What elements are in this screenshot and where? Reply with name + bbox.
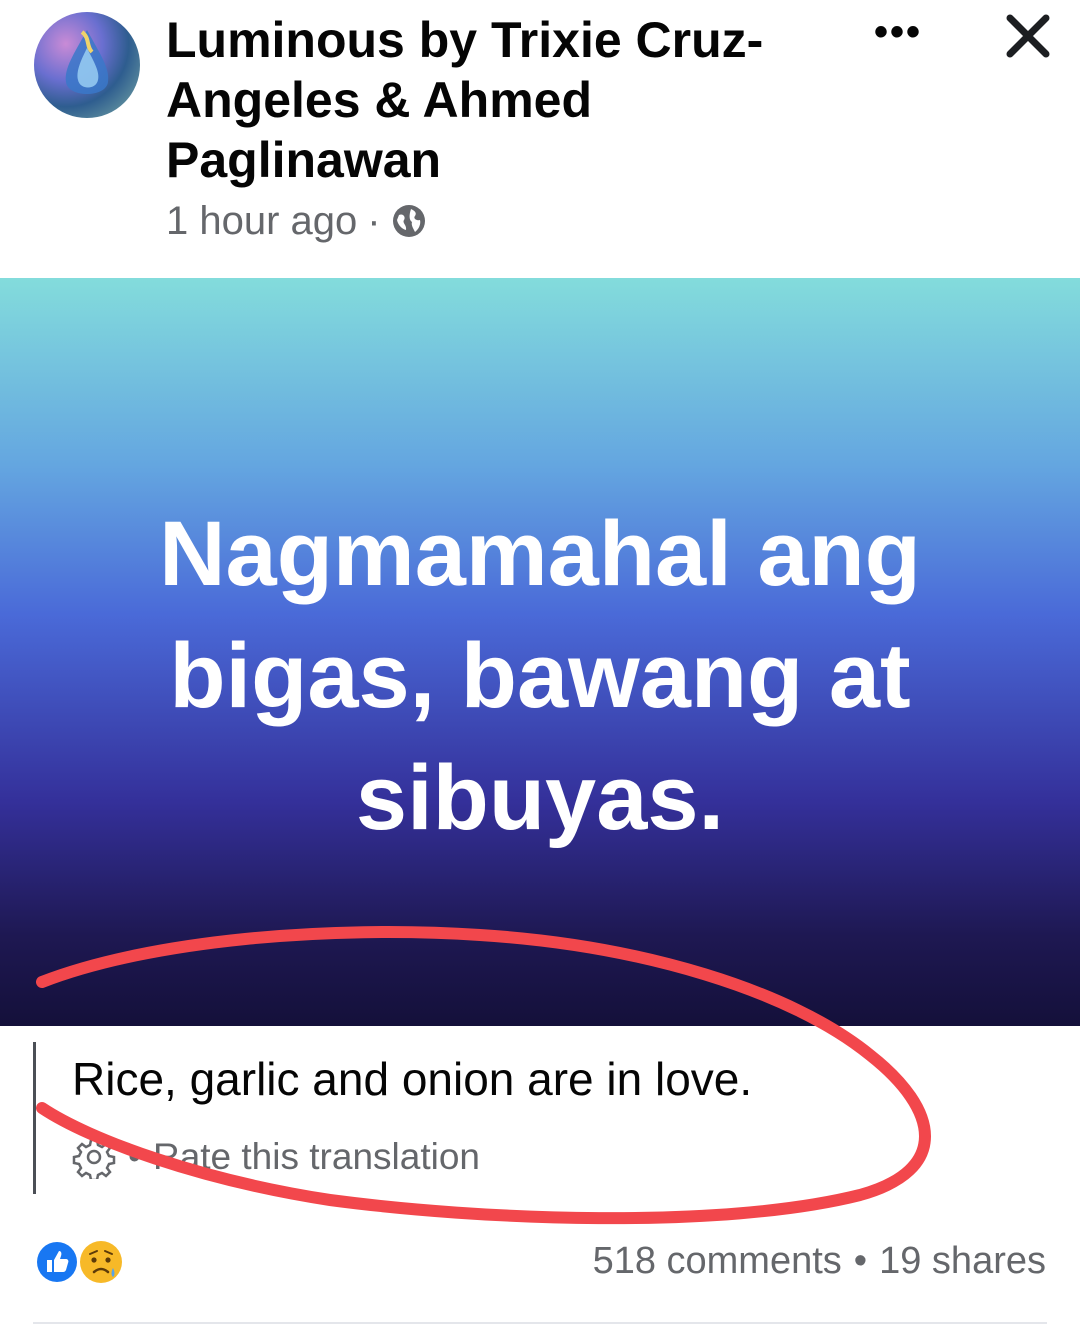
close-icon[interactable] [1000, 8, 1056, 64]
comments-count[interactable]: 518 comments [593, 1240, 842, 1283]
banner-text: Nagmamahal ang bigas, bawang at sibuyas. [159, 503, 921, 849]
reaction-icons[interactable] [33, 1238, 129, 1286]
post-footer: 518 comments • 19 shares [0, 1226, 1080, 1340]
globe-icon [392, 205, 425, 237]
shares-count[interactable]: 19 shares [879, 1240, 1046, 1283]
stats-separator: • [853, 1240, 868, 1282]
meta-separator: · [367, 198, 381, 243]
sad-icon [80, 1241, 122, 1283]
page-avatar[interactable] [34, 12, 140, 118]
footer-divider [33, 1322, 1047, 1324]
rate-translation-row: • Rate this translation [72, 1134, 480, 1180]
translation-block: Rice, garlic and onion are in love. • Ra… [33, 1042, 1036, 1194]
more-options-button[interactable]: ••• [868, 10, 928, 54]
post-timestamp[interactable]: 1 hour ago [166, 199, 357, 244]
gear-icon[interactable] [72, 1135, 116, 1179]
post-header: Luminous by Trixie Cruz-Angeles & Ahmed … [0, 0, 1080, 278]
page-name[interactable]: Luminous by Trixie Cruz-Angeles & Ahmed … [166, 10, 786, 190]
engagement-stats: 518 comments • 19 shares [593, 1240, 1046, 1283]
rate-bullet: • [128, 1136, 141, 1177]
text-background-banner: Nagmamahal ang bigas, bawang at sibuyas. [0, 278, 1080, 1026]
post-meta: 1 hour ago · [166, 196, 427, 246]
rate-translation-link[interactable]: Rate this translation [153, 1136, 480, 1178]
drop-logo-icon [65, 30, 109, 94]
like-icon [35, 1240, 79, 1284]
translation-text: Rice, garlic and onion are in love. [72, 1053, 753, 1105]
